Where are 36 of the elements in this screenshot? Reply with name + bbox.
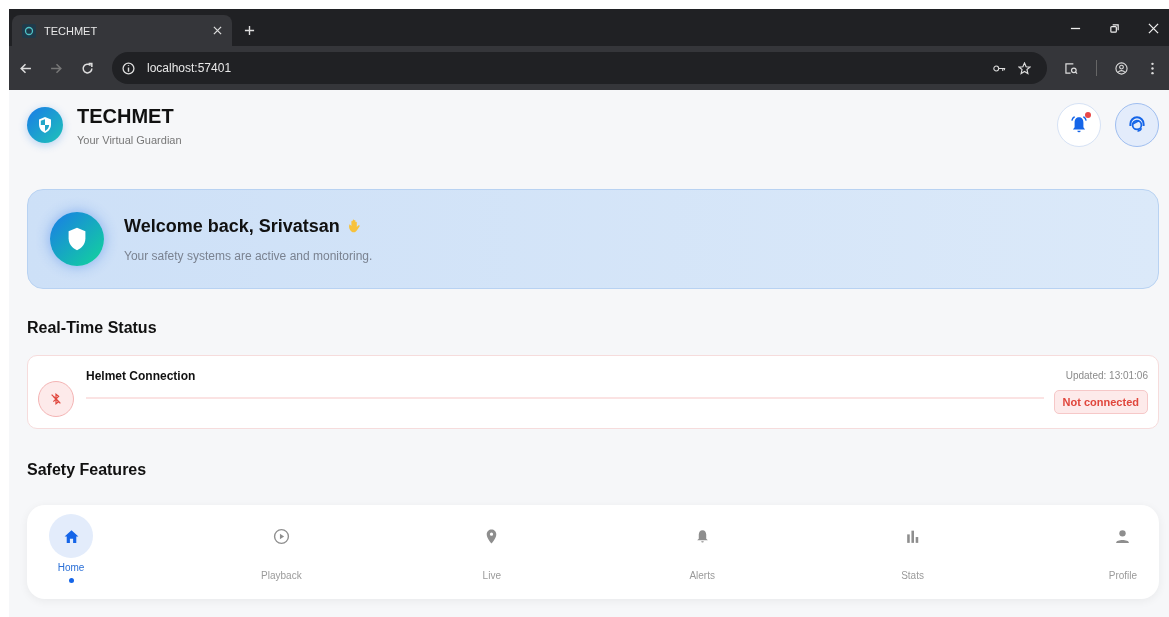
browser-tab[interactable]: TECHMET	[12, 15, 232, 46]
app-subtitle: Your Virtual Guardian	[77, 133, 182, 146]
nav-tab[interactable]: Playback	[259, 514, 304, 590]
reload-icon[interactable]	[81, 61, 94, 75]
info-icon	[122, 61, 135, 75]
nav-tab[interactable]: Alerts	[680, 514, 725, 590]
support-button[interactable]	[1115, 103, 1159, 147]
shield-logo-icon	[27, 107, 63, 143]
section-heading: Safety Features	[27, 461, 148, 479]
forward-icon[interactable]	[50, 61, 63, 75]
notification-button[interactable]	[1057, 103, 1101, 147]
restore-icon[interactable]	[1109, 23, 1120, 34]
star-icon[interactable]	[1018, 61, 1031, 75]
address-field[interactable]: localhost:57401	[112, 52, 1047, 84]
section-heading: Real-Time Status	[27, 319, 158, 337]
close-icon[interactable]	[1148, 23, 1159, 34]
search-icon[interactable]	[1065, 61, 1078, 75]
profile-icon[interactable]	[1115, 61, 1128, 75]
welcome-subtitle: Your safety systems are active and monitoring.	[124, 248, 373, 263]
back-icon[interactable]	[19, 61, 32, 75]
app-title: TECHMET	[77, 104, 175, 128]
nav-tab[interactable]: Live	[469, 514, 514, 590]
nav-tab[interactable]: Profile	[1100, 514, 1145, 590]
new-tab-icon[interactable]	[244, 25, 255, 36]
close-icon[interactable]	[213, 26, 222, 35]
home-icon	[62, 527, 80, 545]
welcome-title: Welcome back, Srivatsan	[124, 215, 340, 237]
tab-title: TECHMET	[44, 24, 99, 37]
play-icon	[272, 527, 290, 545]
status-title: Helmet Connection	[86, 369, 197, 383]
person-icon	[1114, 527, 1132, 545]
nav-tab[interactable]: Stats	[890, 514, 935, 590]
favicon-icon	[22, 23, 36, 38]
status-badge: Not connected	[1053, 390, 1148, 414]
shield-icon	[50, 212, 104, 266]
updated-time: Updated: 13:01:06	[1065, 370, 1148, 381]
